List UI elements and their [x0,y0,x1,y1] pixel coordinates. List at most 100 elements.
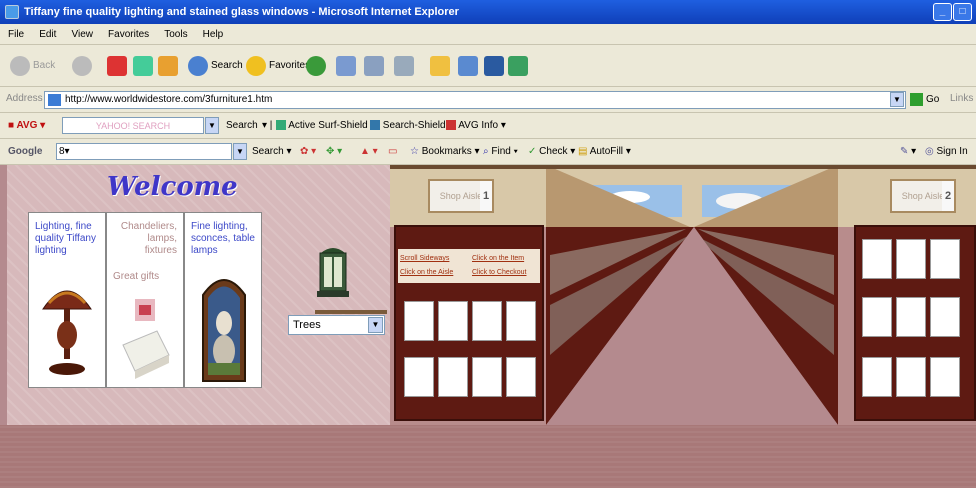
avg-search-button[interactable]: Search [226,118,258,134]
research-button[interactable] [484,54,504,78]
find-icon: ⌕ [483,146,489,157]
avg-toolbar: ■ AVG ▾ YAHOO! SEARCH ▼ Search ▾ | Activ… [0,113,976,139]
welcome-panel: Welcome Lighting, fine quality Tiffany l… [7,165,390,425]
forward-arrow-icon [72,56,92,76]
product-lamp[interactable] [896,357,926,397]
print-button[interactable] [364,54,384,78]
edit-button[interactable] [394,54,414,78]
mail-button[interactable] [336,54,356,78]
google-settings-button[interactable]: ✎ ▾ [900,144,916,160]
product-lamp[interactable] [930,239,960,279]
lantern-image[interactable] [315,243,351,299]
menu-edit[interactable]: Edit [39,24,56,45]
active-surf-shield-button[interactable]: Active Surf-Shield [276,118,368,134]
avg-menu[interactable]: ■ AVG ▾ [8,118,45,134]
autofill-icon: ▤ [578,146,588,157]
address-label: Address [6,93,43,104]
category-select[interactable]: Trees ▼ [288,315,385,335]
scroll-sideways-link[interactable]: Scroll Sideways [400,255,449,262]
google-news-button[interactable]: ✿ ▾ [300,144,316,160]
minimize-button[interactable]: _ [933,3,952,21]
forward-button[interactable] [72,54,92,78]
history-button[interactable] [306,54,326,78]
welcome-heading: Welcome [107,172,238,202]
search-button[interactable]: Search [188,54,243,78]
popup-blocker-button[interactable]: ▲ ▾ [360,144,378,160]
address-url: http://www.worldwidestore.com/3furniture… [65,94,273,105]
avg-search-dropdown[interactable]: ▼ [205,117,219,134]
tiffany-lighting-card[interactable]: Lighting, fine quality Tiffany lighting [29,213,105,387]
avg-search-input[interactable]: YAHOO! SEARCH [62,117,204,134]
home-button[interactable] [158,54,178,78]
extra-tool-button[interactable] [508,54,528,78]
menu-favorites[interactable]: Favorites [108,24,149,45]
product-lamp[interactable] [930,297,960,337]
product-lamp[interactable] [506,301,536,341]
bookmarks-button[interactable]: ☆ Bookmarks ▾ [410,144,480,160]
favorites-button[interactable]: Favorites [246,54,310,78]
product-lamp[interactable] [438,301,468,341]
menu-file[interactable]: File [8,24,24,45]
signin-icon: ◎ [925,146,934,157]
google-search-dropdown[interactable]: ▼ [233,143,247,160]
menu-view[interactable]: View [71,24,93,45]
address-bar: Address http://www.worldwidestore.com/3f… [0,87,976,113]
aisle-2-number: 2 [942,181,954,211]
click-item-link[interactable]: Click on the Item [472,255,524,262]
select-dropdown-arrow[interactable]: ▼ [368,317,383,333]
left-shelf-unit: Scroll Sideways Click on the Item Click … [394,225,544,421]
product-lamp[interactable] [862,357,892,397]
avg-info-button[interactable]: AVG Info ▾ [446,118,506,134]
sign-in-button[interactable]: ◎ Sign In [925,144,968,160]
floor-carpet [0,425,976,488]
product-lamp[interactable] [930,357,960,397]
refresh-button[interactable] [133,54,153,78]
standard-toolbar: Back Search Favorites [0,45,976,87]
menu-tools[interactable]: Tools [164,24,187,45]
product-lamp[interactable] [862,297,892,337]
gift-lamp-image [122,299,170,379]
chandeliers-card[interactable]: Chandeliers, lamps, fixtures Great gifts [107,213,183,387]
google-pagerank-button[interactable]: ✥ ▾ [326,144,342,160]
stop-button[interactable] [107,54,127,78]
google-search-input[interactable]: 8▾ [56,143,232,160]
address-input[interactable]: http://www.worldwidestore.com/3furniture… [44,91,906,109]
virtual-store-aisles[interactable]: Shop Aisle 1 Shop Aisle 2 Scroll Sideway… [390,165,976,425]
go-button[interactable]: Go [910,93,939,106]
address-dropdown-button[interactable]: ▼ [890,92,904,107]
card-text: Fine lighting, sconces, table lamps [191,221,255,256]
product-lamp[interactable] [438,357,468,397]
back-button[interactable]: Back [10,54,55,78]
google-search-button[interactable]: Search ▾ [252,144,292,160]
product-lamp[interactable] [506,357,536,397]
product-lamp[interactable] [862,239,892,279]
title-bar: Tiffany fine quality lighting and staine… [0,0,976,24]
product-lamp[interactable] [472,357,502,397]
go-arrow-icon [910,93,923,106]
refresh-icon [133,56,153,76]
product-lamp[interactable] [472,301,502,341]
product-lamp[interactable] [404,301,434,341]
product-lamp[interactable] [896,297,926,337]
click-aisle-link[interactable]: Click on the Aisle [400,269,453,276]
stop-icon [107,56,127,76]
folder-button[interactable] [430,54,450,78]
maximize-button[interactable]: □ [953,3,972,21]
links-button[interactable]: Links [950,93,973,104]
aisle-2-sign[interactable]: Shop Aisle 2 [890,179,956,213]
avg-search-menu[interactable]: ▾ | [262,118,272,134]
product-lamp[interactable] [896,239,926,279]
search-shield-button[interactable]: Search-Shield [370,118,446,134]
product-lamp[interactable] [404,357,434,397]
checkout-link[interactable]: Click to Checkout [472,269,526,276]
find-button[interactable]: ⌕ Find ▾ [483,144,518,160]
messenger-button[interactable] [458,54,478,78]
stained-glass-card[interactable]: Fine lighting, sconces, table lamps [185,213,261,387]
menu-help[interactable]: Help [203,24,224,45]
autofill-button[interactable]: ▤ AutoFill ▾ [578,144,631,160]
spellcheck-button[interactable]: ✓ Check ▾ [528,144,575,160]
aisle-1-sign[interactable]: Shop Aisle 1 [428,179,494,213]
avg-info-icon [446,120,456,131]
stained-glass-window-image [202,279,246,382]
highlight-button[interactable]: ▭ [388,144,397,160]
